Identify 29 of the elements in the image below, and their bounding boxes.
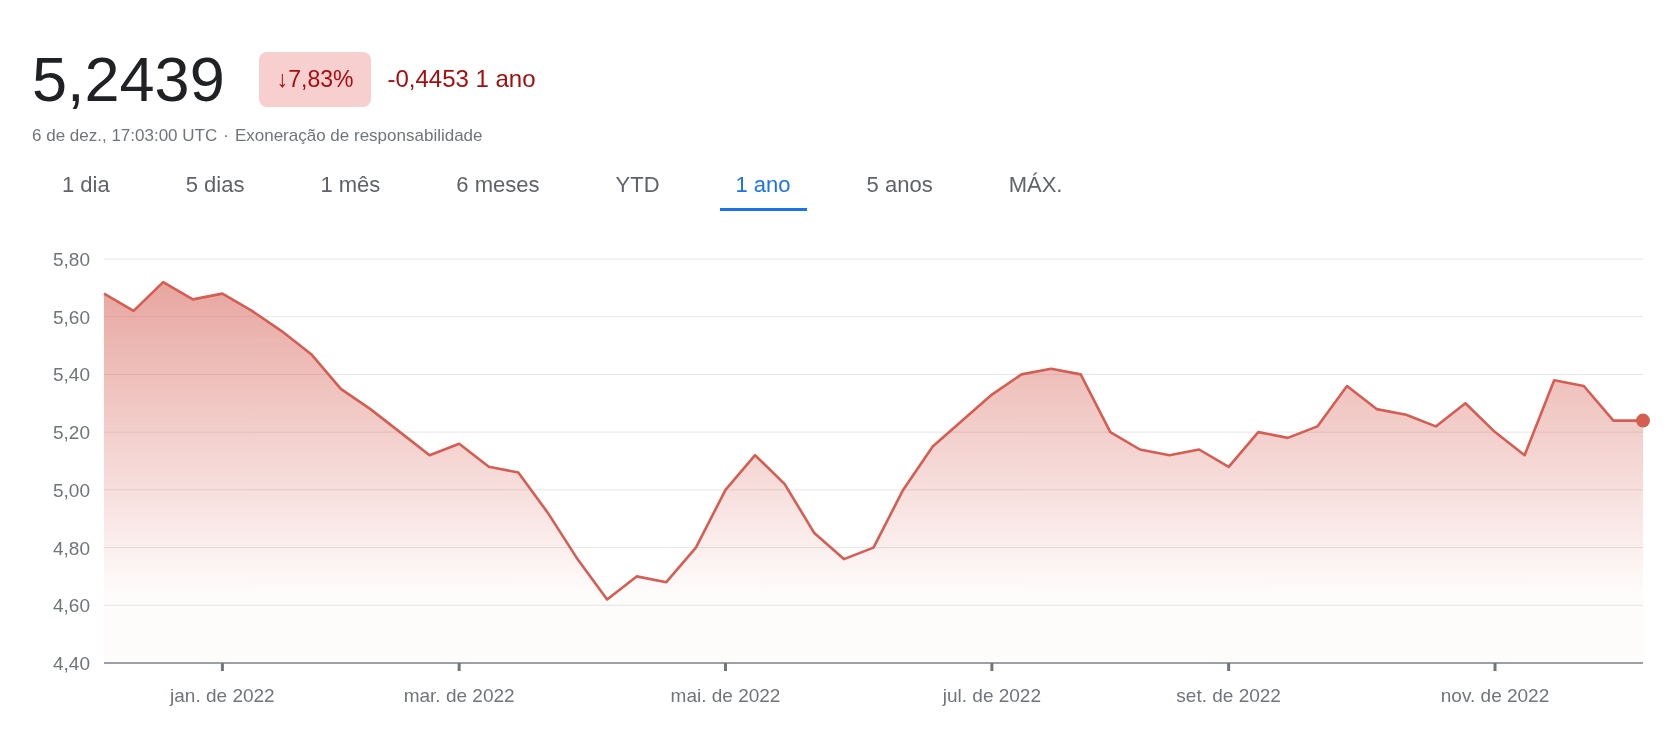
range-tab[interactable]: 1 dia xyxy=(46,166,126,211)
x-axis-label: jul. de 2022 xyxy=(942,685,1041,706)
x-axis-label: mai. de 2022 xyxy=(670,685,781,706)
range-tab[interactable]: 6 meses xyxy=(440,166,556,211)
y-axis-label: 5,20 xyxy=(53,422,90,444)
change-value: -0,4453 1 ano xyxy=(387,65,536,93)
range-tab[interactable]: MÁX. xyxy=(992,166,1079,211)
disclaimer-link[interactable]: Exoneração de responsabilidade xyxy=(234,126,483,146)
x-axis-label: mar. de 2022 xyxy=(403,685,515,706)
y-axis-label: 5,80 xyxy=(53,249,90,270)
y-axis-label: 4,40 xyxy=(53,653,90,674)
y-axis-label: 5,40 xyxy=(53,364,90,386)
range-tab[interactable]: YTD xyxy=(599,166,676,211)
y-axis-label: 4,80 xyxy=(53,537,90,559)
timestamp: 6 de dez., 17:03:00 UTC xyxy=(32,126,218,146)
x-axis-label: nov. de 2022 xyxy=(1440,685,1550,706)
y-axis-label: 5,00 xyxy=(53,479,90,501)
price: 5,2439 xyxy=(32,44,225,114)
change-percent-badge: ↓7,83% xyxy=(258,51,372,107)
y-axis-label: 5,60 xyxy=(53,306,90,328)
current-price-marker xyxy=(1636,413,1650,428)
range-tab[interactable]: 5 anos xyxy=(850,166,949,211)
x-axis-label: jan. de 2022 xyxy=(170,685,275,706)
x-axis-label: set. de 2022 xyxy=(1176,685,1281,706)
separator: · xyxy=(223,126,229,146)
y-axis-label: 4,60 xyxy=(53,595,90,617)
range-tab[interactable]: 1 ano xyxy=(719,166,807,211)
range-tab[interactable]: 1 mês xyxy=(304,166,397,211)
range-tab[interactable]: 5 dias xyxy=(169,166,261,211)
